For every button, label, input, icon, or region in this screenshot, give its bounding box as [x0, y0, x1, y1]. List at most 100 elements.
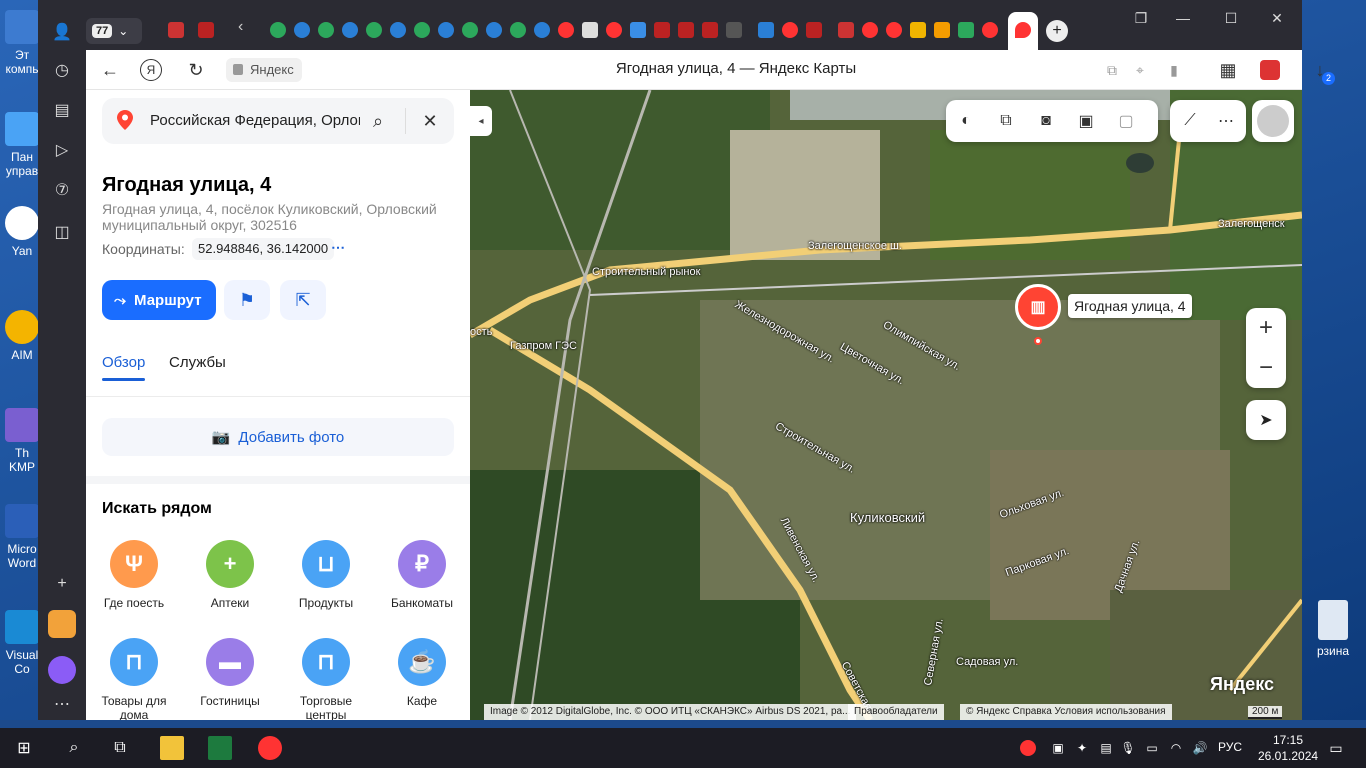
close-icon[interactable]: ✕: [418, 109, 442, 133]
traffic-icon[interactable]: ▢: [1114, 109, 1138, 133]
category-atm[interactable]: ₽ Банкоматы: [374, 540, 470, 610]
place-marker[interactable]: ▥: [1015, 284, 1061, 330]
search-icon[interactable]: ⌕: [366, 109, 390, 133]
history-icon[interactable]: ◷: [48, 56, 76, 84]
collections-toolbar-icon[interactable]: ▦: [1216, 58, 1240, 82]
tab-favicon[interactable]: [438, 22, 454, 38]
search-icon[interactable]: ⌕: [62, 736, 86, 760]
battery-icon[interactable]: ▭: [1140, 736, 1164, 760]
tray-app-icon[interactable]: ▣: [1046, 736, 1070, 760]
downloads-icon[interactable]: ↓ 2: [1308, 58, 1335, 85]
more-icon[interactable]: ⋯: [326, 238, 350, 260]
tab-favicon[interactable]: [462, 22, 478, 38]
desktop-icon-aimp[interactable]: AIM: [2, 310, 42, 362]
notifications-icon[interactable]: ▭: [1324, 736, 1348, 760]
tab-favicon[interactable]: [414, 22, 430, 38]
task-view-icon[interactable]: ⧉: [108, 736, 132, 760]
tab-counter-side-icon[interactable]: ⑦: [48, 176, 76, 204]
tab-favicon[interactable]: [958, 22, 974, 38]
search-box[interactable]: Российская Федерация, Орловская ⌕ ✕: [102, 98, 454, 144]
add-photo-button[interactable]: 📷 Добавить фото: [102, 418, 454, 456]
tab-favicon[interactable]: [486, 22, 502, 38]
coords-value[interactable]: 52.948846, 36.142000: [192, 238, 335, 260]
wifi-icon[interactable]: ◠: [1164, 736, 1188, 760]
tab-favicon[interactable]: [702, 22, 718, 38]
back-button[interactable]: ←: [98, 58, 122, 82]
input-language[interactable]: РУС: [1218, 740, 1242, 754]
tab-favicon[interactable]: [886, 22, 902, 38]
translate-icon[interactable]: ⧉: [1100, 58, 1124, 82]
collapse-panel-button[interactable]: ◂: [470, 106, 492, 136]
tab-favicon[interactable]: [726, 22, 742, 38]
tab-favicon[interactable]: [782, 22, 798, 38]
tab-favicon[interactable]: [342, 22, 358, 38]
tab-favicon[interactable]: [366, 22, 382, 38]
tab-favicon[interactable]: [606, 22, 622, 38]
zoom-out-button[interactable]: −: [1246, 348, 1286, 388]
minimize-button[interactable]: —: [1168, 10, 1198, 26]
tab-layout-icon[interactable]: ❐: [1126, 10, 1156, 27]
more-icon[interactable]: ⋯: [48, 690, 76, 718]
tab-favicon[interactable]: [838, 22, 854, 38]
bookmark-icon[interactable]: ▮: [1162, 58, 1186, 82]
mail-icon[interactable]: [48, 610, 76, 638]
tab-favicon[interactable]: [582, 22, 598, 38]
tab-favicon[interactable]: [806, 22, 822, 38]
category-food[interactable]: Ψ Где поесть: [86, 540, 182, 610]
tab-favicon[interactable]: [910, 22, 926, 38]
yandex-tray-icon[interactable]: [1020, 740, 1036, 756]
close-window-button[interactable]: ✕: [1262, 10, 1292, 27]
tab-favicon[interactable]: [510, 22, 526, 38]
desktop-icon-control-panel[interactable]: Пан управ: [2, 112, 42, 178]
windows-start-icon[interactable]: ⊞: [12, 736, 36, 760]
category-home-goods[interactable]: ⊓ Товары для дома: [86, 638, 182, 720]
desktop-icon-yandex[interactable]: Yan: [2, 206, 42, 258]
desktop-icon-kmplayer[interactable]: Th KMP: [2, 408, 42, 474]
microphone-icon[interactable]: 🎙: [1116, 736, 1140, 760]
tab-favicon[interactable]: [982, 22, 998, 38]
tab-favicon[interactable]: [654, 22, 670, 38]
search-input[interactable]: Российская Федерация, Орловская: [150, 112, 360, 129]
category-cafe[interactable]: ☕ Кафе: [374, 638, 470, 708]
domain-pill[interactable]: Яндекс: [226, 58, 302, 82]
tab-favicon[interactable]: [198, 22, 214, 38]
tab-favicon[interactable]: [758, 22, 774, 38]
rights-link[interactable]: Правообладатели: [848, 704, 944, 720]
maximize-button[interactable]: ☐: [1216, 10, 1246, 27]
desktop-icon-recycle-bin[interactable]: рзина: [1300, 600, 1366, 658]
tab-favicon[interactable]: [390, 22, 406, 38]
tab-favicon[interactable]: [558, 22, 574, 38]
tab-counter[interactable]: 77 ⌄: [86, 18, 142, 44]
tray-app-icon[interactable]: ▤: [1094, 736, 1118, 760]
desktop-icon-vscode[interactable]: Visual Co: [2, 610, 42, 676]
collections-icon[interactable]: ▤: [48, 96, 76, 124]
geolocation-button[interactable]: ➤: [1246, 400, 1286, 440]
category-malls[interactable]: ⊓ Торговые центры: [278, 638, 374, 720]
tab-favicon[interactable]: [270, 22, 286, 38]
layers-icon[interactable]: ◐: [954, 109, 978, 133]
tabs-scroll-left-icon[interactable]: ‹: [238, 18, 254, 35]
active-tab[interactable]: [1008, 12, 1038, 50]
bus-icon[interactable]: ▣: [1074, 109, 1098, 133]
add-panel-icon[interactable]: +: [48, 570, 76, 598]
panorama-icon[interactable]: ⧉: [994, 109, 1018, 133]
zoom-in-button[interactable]: +: [1246, 308, 1286, 348]
map-canvas[interactable]: ◂ Залегощенское ш. Залегощенск Строитель…: [470, 90, 1302, 720]
category-hotels[interactable]: ▬ Гостиницы: [182, 638, 278, 708]
tab-favicon[interactable]: [678, 22, 694, 38]
reload-button[interactable]: ↻: [184, 58, 208, 82]
tab-overview[interactable]: Обзор: [102, 354, 145, 371]
tab-favicon[interactable]: [862, 22, 878, 38]
play-icon[interactable]: ▷: [48, 136, 76, 164]
profile-button[interactable]: [1252, 100, 1294, 142]
route-button[interactable]: ⤳ Маршрут: [102, 280, 216, 320]
clock[interactable]: 17:15 26.01.2024: [1258, 732, 1318, 764]
excel-icon[interactable]: [208, 736, 232, 760]
screenshot-icon[interactable]: ◫: [48, 218, 76, 246]
extension-icon[interactable]: [1260, 60, 1280, 80]
alice-icon[interactable]: [48, 656, 76, 684]
share-button[interactable]: ⇱: [280, 280, 326, 320]
location-icon[interactable]: ⌖: [1128, 58, 1152, 82]
tab-favicon[interactable]: [630, 22, 646, 38]
profile-icon[interactable]: 👤: [48, 18, 76, 46]
